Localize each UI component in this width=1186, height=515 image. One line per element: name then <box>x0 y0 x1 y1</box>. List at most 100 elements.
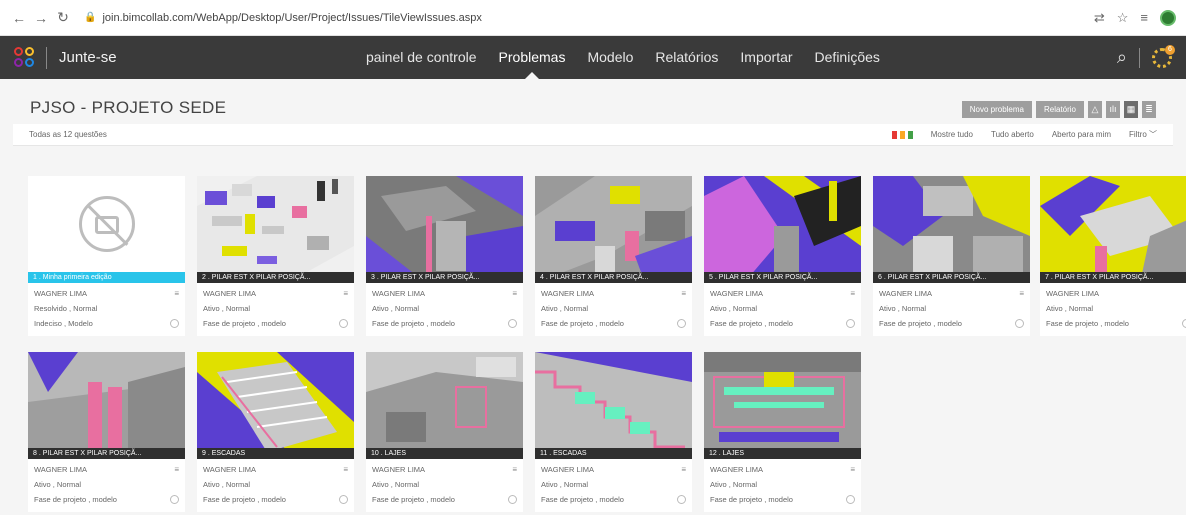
open-for-me-link[interactable]: Aberto para mim <box>1052 130 1111 139</box>
no-image-icon <box>78 196 135 252</box>
issue-status: Ativo , Normal <box>1046 304 1094 313</box>
filter-bar: Todas as 12 questões Mostre tudo Tudo ab… <box>13 124 1173 146</box>
translate-icon[interactable]: ⇄ <box>1094 10 1105 26</box>
select-circle-icon[interactable] <box>508 495 517 504</box>
join-link[interactable]: Junte-se <box>59 49 117 66</box>
issue-title: 11 . ESCADAS <box>535 448 692 459</box>
menu-icon[interactable]: ≡ <box>850 286 855 301</box>
select-circle-icon[interactable] <box>677 319 686 328</box>
new-issue-button[interactable]: Novo problema <box>961 101 1032 118</box>
issue-card[interactable]: 11 . ESCADAS WAGNER LIMA ≡ Ativo , Normal… <box>535 352 692 512</box>
issue-title: 10 . LAJES <box>366 448 523 459</box>
menu-icon[interactable]: ≡ <box>681 462 686 477</box>
select-circle-icon[interactable] <box>170 319 179 328</box>
select-circle-icon[interactable] <box>846 495 855 504</box>
issue-author: WAGNER LIMA <box>372 289 426 298</box>
issue-card[interactable]: 9 . ESCADAS WAGNER LIMA ≡ Ativo , Normal … <box>197 352 354 512</box>
priority-flags <box>891 130 913 139</box>
menu-icon[interactable]: ≡ <box>850 462 855 477</box>
issue-title: 6 . PILAR EST X PILAR POSIÇÃ... <box>873 272 1030 283</box>
red-flag-icon[interactable] <box>891 130 897 139</box>
select-circle-icon[interactable] <box>508 319 517 328</box>
chart-view-icon[interactable]: ılı <box>1106 101 1120 118</box>
reading-list-icon[interactable]: ≡ <box>1140 10 1148 25</box>
issue-thumbnail <box>197 352 354 459</box>
issue-card[interactable]: 5 . PILAR EST X PILAR POSIÇÃ... WAGNER L… <box>704 176 861 336</box>
nav-import[interactable]: Importar <box>729 36 803 79</box>
issue-author: WAGNER LIMA <box>541 465 595 474</box>
issue-status: Ativo , Normal <box>710 480 758 489</box>
menu-icon[interactable]: ≡ <box>174 286 179 301</box>
filter-dropdown[interactable]: Filtro ﹀ <box>1129 129 1157 140</box>
select-circle-icon[interactable] <box>339 495 348 504</box>
menu-icon[interactable]: ≡ <box>1019 286 1024 301</box>
nav-dashboard[interactable]: painel de controle <box>355 36 488 79</box>
green-flag-icon[interactable] <box>907 130 913 139</box>
select-circle-icon[interactable] <box>1015 319 1024 328</box>
nav-model[interactable]: Modelo <box>576 36 644 79</box>
issue-card[interactable]: 2 . PILAR EST X PILAR POSIÇÃ... WAGNER L… <box>197 176 354 336</box>
main-nav: painel de controle Problemas Modelo Rela… <box>355 36 891 79</box>
issue-thumbnail <box>28 352 185 459</box>
issue-status: Ativo , Normal <box>541 304 589 313</box>
select-circle-icon[interactable] <box>677 495 686 504</box>
select-circle-icon[interactable] <box>170 495 179 504</box>
chevron-down-icon: ﹀ <box>1149 130 1157 139</box>
tile-view-icon[interactable]: ▦ <box>1124 101 1138 118</box>
list-view-icon[interactable]: ≣ <box>1142 101 1156 118</box>
issue-thumbnail <box>873 176 1030 283</box>
issue-phase: Fase de projeto , modelo <box>541 495 624 504</box>
issue-author: WAGNER LIMA <box>34 465 88 474</box>
issue-card[interactable]: 12 . LAJES WAGNER LIMA ≡ Ativo , Normal F… <box>704 352 861 512</box>
issue-status: Ativo , Normal <box>34 480 82 489</box>
all-open-link[interactable]: Tudo aberto <box>991 130 1034 139</box>
issue-card[interactable]: 10 . LAJES WAGNER LIMA ≡ Ativo , Normal F… <box>366 352 523 512</box>
issue-card[interactable]: 6 . PILAR EST X PILAR POSIÇÃ... WAGNER L… <box>873 176 1030 336</box>
logo-icon[interactable] <box>14 46 36 69</box>
star-icon[interactable]: ☆ <box>1117 10 1129 26</box>
issue-card[interactable]: 1 . Minha primeira edição WAGNER LIMA ≡ R… <box>28 176 185 336</box>
issue-status: Ativo , Normal <box>879 304 927 313</box>
issue-card[interactable]: 8 . PILAR EST X PILAR POSIÇÃ... WAGNER L… <box>28 352 185 512</box>
select-circle-icon[interactable] <box>1182 319 1186 328</box>
issue-thumbnail <box>28 176 185 272</box>
menu-icon[interactable]: ≡ <box>343 286 348 301</box>
settings-gear-icon[interactable]: 6 <box>1152 44 1175 68</box>
orange-flag-icon[interactable] <box>899 130 905 139</box>
back-icon[interactable]: ← <box>10 10 28 26</box>
select-circle-icon[interactable] <box>846 319 855 328</box>
url-text: join.bimcollab.com/WebApp/Desktop/User/P… <box>102 11 482 24</box>
issue-author: WAGNER LIMA <box>372 465 426 474</box>
issue-thumbnail <box>535 176 692 283</box>
issue-card[interactable]: 3 . PILAR EST X PILAR POSIÇÃ... WAGNER L… <box>366 176 523 336</box>
issue-phase: Fase de projeto , modelo <box>372 319 455 328</box>
search-icon[interactable]: ⌕ <box>1117 47 1127 68</box>
menu-icon[interactable]: ≡ <box>512 462 517 477</box>
forward-icon[interactable]: → <box>32 10 50 26</box>
menu-icon[interactable]: ≡ <box>343 462 348 477</box>
profile-avatar[interactable] <box>1160 9 1176 26</box>
address-bar[interactable]: 🔒 join.bimcollab.com/WebApp/Desktop/User… <box>84 12 482 24</box>
report-button[interactable]: Relatório <box>1035 101 1084 118</box>
page-title: PJSO - PROJETO SEDE <box>30 98 227 117</box>
issue-title: 3 . PILAR EST X PILAR POSIÇÃ... <box>366 272 523 283</box>
warning-view-icon[interactable]: △ <box>1088 101 1102 118</box>
menu-icon[interactable]: ≡ <box>681 286 686 301</box>
browser-toolbar: ← → ↻ 🔒 join.bimcollab.com/WebApp/Deskto… <box>0 0 1186 36</box>
issue-card[interactable]: 4 . PILAR EST X PILAR POSIÇÃ... WAGNER L… <box>535 176 692 336</box>
nav-settings[interactable]: Definições <box>804 36 891 79</box>
select-circle-icon[interactable] <box>339 319 348 328</box>
nav-issues[interactable]: Problemas <box>488 36 577 79</box>
reload-icon[interactable]: ↻ <box>54 9 72 26</box>
issue-author: WAGNER LIMA <box>203 289 257 298</box>
issue-card[interactable]: 7 . PILAR EST X PILAR POSIÇÃ... WAGNER L… <box>1040 176 1186 336</box>
issue-phase: Fase de projeto , modelo <box>879 319 962 328</box>
issue-phase: Fase de projeto , modelo <box>372 495 455 504</box>
issue-phase: Fase de projeto , modelo <box>203 495 286 504</box>
show-all-link[interactable]: Mostre tudo <box>931 130 973 139</box>
nav-reports[interactable]: Relatórios <box>644 36 729 79</box>
menu-icon[interactable]: ≡ <box>512 286 517 301</box>
issue-count-text: Todas as 12 questões <box>29 130 107 139</box>
menu-icon[interactable]: ≡ <box>174 462 179 477</box>
issue-phase: Indeciso , Modelo <box>34 319 93 328</box>
